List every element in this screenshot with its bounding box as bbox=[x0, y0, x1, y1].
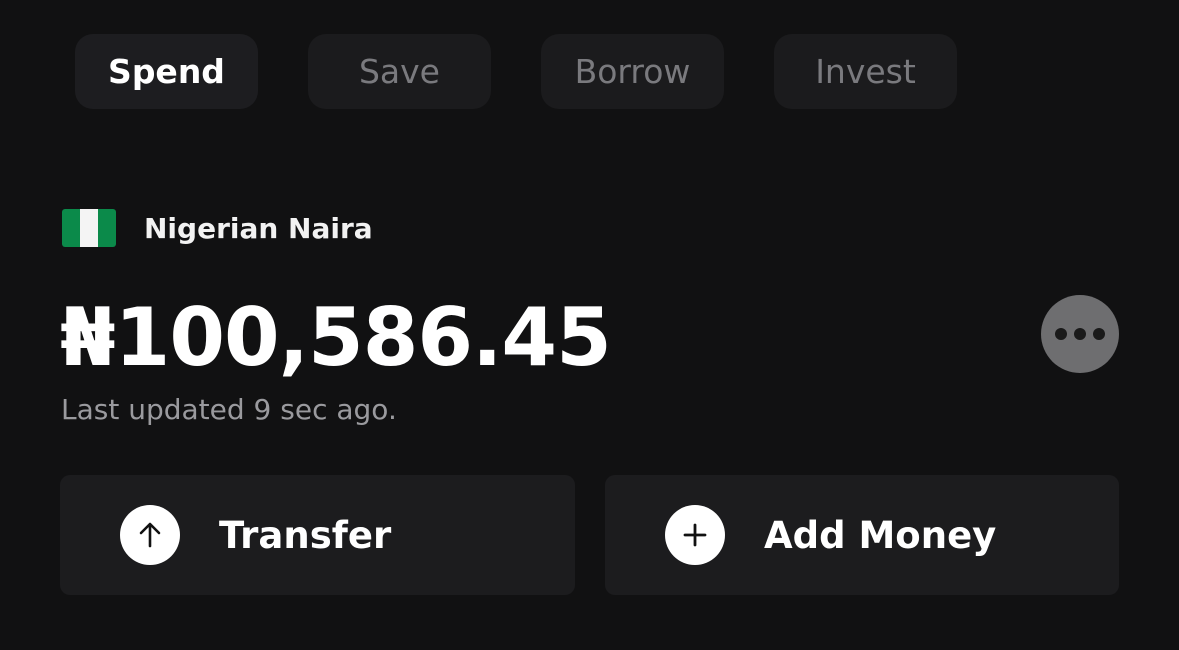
more-horizontal-icon bbox=[1055, 328, 1067, 340]
currency-selector: Nigerian Naira bbox=[62, 209, 373, 247]
wallet-screen: Spend Save Borrow Invest Nigerian Naira … bbox=[0, 0, 1179, 650]
more-dot bbox=[1074, 328, 1086, 340]
transfer-label: Transfer bbox=[219, 513, 392, 557]
transfer-button[interactable]: Transfer bbox=[60, 475, 575, 595]
tab-borrow[interactable]: Borrow bbox=[541, 34, 724, 109]
plus-icon bbox=[665, 505, 725, 565]
add-money-label: Add Money bbox=[764, 513, 997, 557]
currency-name: Nigerian Naira bbox=[144, 211, 373, 245]
add-money-button[interactable]: Add Money bbox=[605, 475, 1119, 595]
section-tabs: Spend Save Borrow Invest bbox=[75, 34, 957, 109]
more-options-button[interactable] bbox=[1041, 295, 1119, 373]
tab-spend[interactable]: Spend bbox=[75, 34, 258, 109]
arrow-up-icon bbox=[120, 505, 180, 565]
account-balance: ₦100,586.45 bbox=[60, 291, 612, 384]
more-dot bbox=[1093, 328, 1105, 340]
tab-save[interactable]: Save bbox=[308, 34, 491, 109]
nigeria-flag-icon bbox=[62, 209, 116, 247]
last-updated-text: Last updated 9 sec ago. bbox=[61, 393, 397, 426]
tab-invest[interactable]: Invest bbox=[774, 34, 957, 109]
